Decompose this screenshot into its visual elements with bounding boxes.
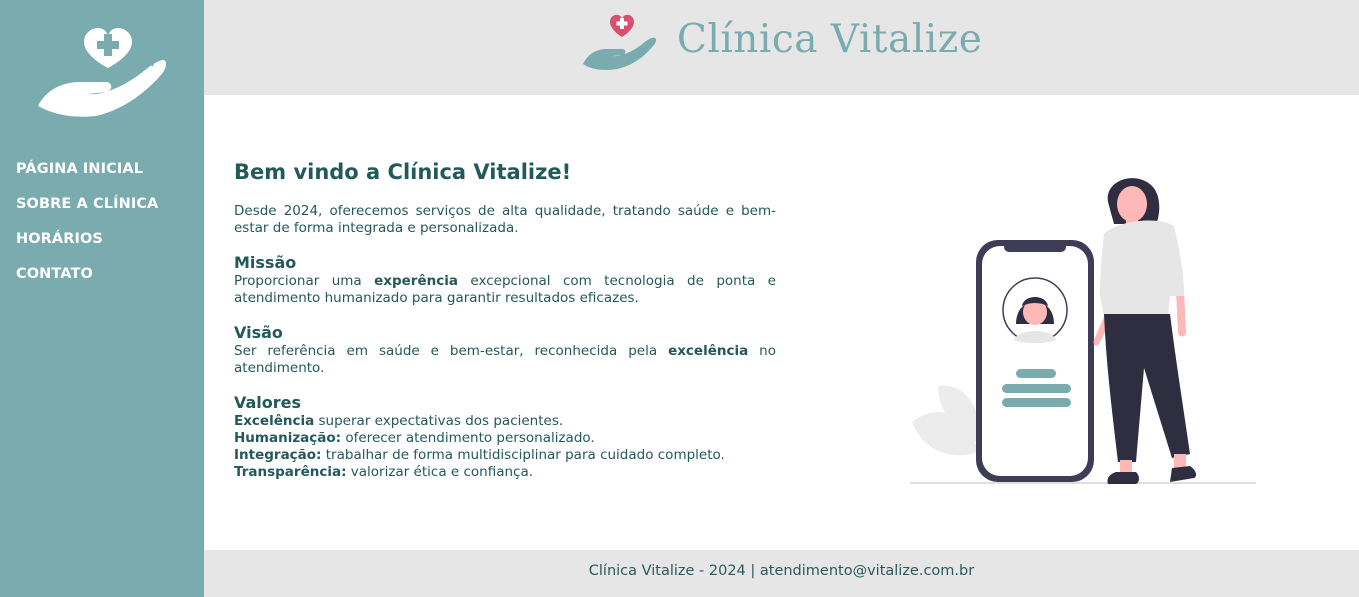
vision-section: Visão Ser referência em saúde e bem-esta… [234,323,776,377]
values-section: Valores Excelência superar expectativas … [234,393,776,481]
value-item: Humanização: oferecer atendimento person… [234,430,776,447]
value-item-name: Humanização: [234,430,342,446]
value-item-text: valorizar ética e confiança. [346,464,534,480]
woman-illustration [1093,178,1197,484]
vision-text-strong: excelência [668,343,749,359]
footer-text: Clínica Vitalize - 2024 | atendimento@vi… [588,563,975,579]
site-title: Clínica Vitalize [677,17,983,62]
mission-text: Proporcionar uma experência excepcional … [234,273,776,307]
nav-item-contact[interactable]: CONTATO [16,263,158,298]
nav-item-about[interactable]: SOBRE A CLÍNICA [16,193,158,228]
value-item-name: Integração: [234,447,322,463]
plant-leaves-decoration [912,385,981,456]
sidebar: PÁGINA INICIAL SOBRE A CLÍNICA HORÁRIOS … [0,0,204,597]
footer: Clínica Vitalize - 2024 | atendimento@vi… [204,550,1359,597]
mission-text-before: Proporcionar uma [234,273,375,289]
nav-link-about[interactable]: SOBRE A CLÍNICA [16,196,158,212]
nav-link-hours[interactable]: HORÁRIOS [16,231,103,247]
value-item: Transparência: valorizar ética e confian… [234,464,776,481]
mission-heading: Missão [234,253,297,272]
phone-illustration [976,240,1094,482]
main-content: Bem vindo a Clínica Vitalize! Desde 2024… [234,160,776,481]
vision-heading: Visão [234,323,283,342]
woman-with-phone-illustration [910,178,1256,484]
mission-text-strong: experência [374,273,458,289]
nav-item-hours[interactable]: HORÁRIOS [16,228,158,263]
intro-paragraph: Desde 2024, oferecemos serviços de alta … [234,203,776,236]
header: Clínica Vitalize [204,0,1359,95]
value-item-name: Transparência: [234,464,347,480]
vision-text: Ser referência em saúde e bem-estar, rec… [234,343,776,377]
nav-link-contact[interactable]: CONTATO [16,266,93,282]
hand-heart-cross-icon [38,28,167,117]
nav-link-home[interactable]: PÁGINA INICIAL [16,161,143,177]
value-item: Integração: trabalhar de forma multidisc… [234,447,776,464]
main-nav: PÁGINA INICIAL SOBRE A CLÍNICA HORÁRIOS … [16,158,158,298]
value-item-text: trabalhar de forma multidisciplinar para… [321,447,725,463]
welcome-heading: Bem vindo a Clínica Vitalize! [234,160,572,184]
hand-heart-cross-icon [583,14,657,70]
value-item-name: Excelência [234,413,315,429]
mission-section: Missão Proporcionar uma experência excep… [234,253,776,307]
nav-item-home[interactable]: PÁGINA INICIAL [16,158,158,193]
value-item: Excelência superar expectativas dos paci… [234,413,776,430]
value-item-text: oferecer atendimento personalizado. [341,430,595,446]
value-item-text: superar expectativas dos pacientes. [314,413,564,429]
vision-text-before: Ser referência em saúde e bem-estar, rec… [234,343,669,359]
values-heading: Valores [234,393,302,412]
